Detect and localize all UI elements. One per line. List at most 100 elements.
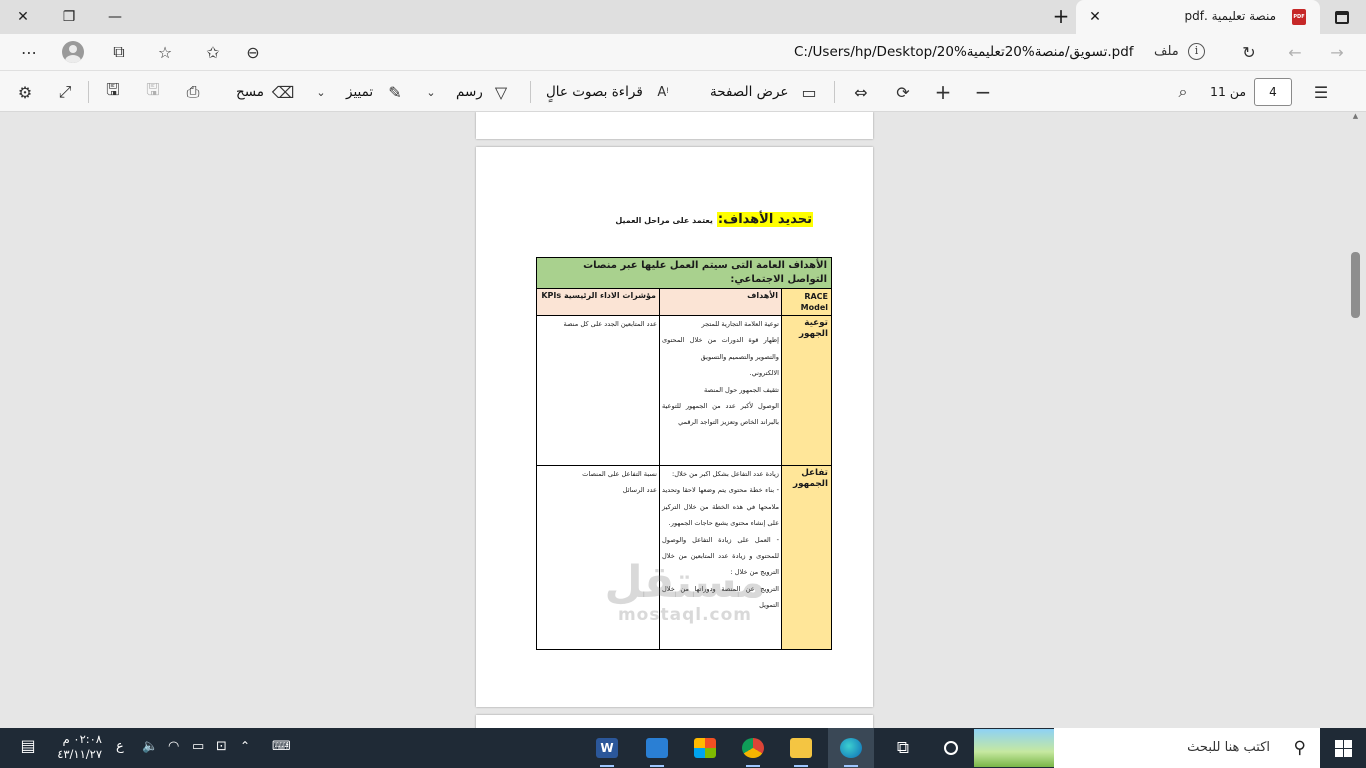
minimize-window-button[interactable]: — (92, 0, 138, 34)
task-view-button[interactable]: ⧉ (880, 728, 926, 768)
edge-taskbar-button[interactable] (828, 728, 874, 768)
clock[interactable]: ٠٢:٠٨ م ٤٣/١١/٢٧ (56, 732, 102, 762)
pdf-settings-button[interactable]: ⚙ (12, 79, 38, 105)
contents-button[interactable]: ☰ (1308, 79, 1334, 105)
page-view-icon: ▭ (801, 82, 817, 102)
rotate-button[interactable]: ⟳ (890, 79, 916, 105)
url-text[interactable]: C:/Users/hp/Desktop/20%تسويق/منصة%20تعلي… (794, 44, 1134, 60)
page-number-input[interactable]: 4 (1254, 78, 1292, 106)
wifi-icon[interactable]: ◠ (168, 739, 179, 754)
highlighter-icon: ✎ (388, 82, 402, 102)
fit-width-button[interactable]: ⇔ (848, 79, 874, 105)
page-count: من 11 (1210, 84, 1247, 99)
draw-label[interactable]: رسم (456, 84, 483, 100)
page-view-label[interactable]: عرض الصفحة (710, 84, 788, 100)
draw-options-button[interactable]: ⌄ (422, 79, 440, 105)
print-button[interactable]: ⎙ (180, 79, 206, 105)
language-indicator[interactable]: ع (116, 739, 124, 754)
address-bar: ⋯ ⧉ ☆ ✩ ⊖ C:/Users/hp/Desktop/20%تسويق/م… (0, 34, 1366, 70)
clock-date: ٤٣/١١/٢٧ (57, 747, 102, 761)
close-window-button[interactable]: ✕ (0, 0, 46, 34)
taskbar: ⚲ اكتب هنا للبحث ⧉ W ⌨ ⌃ ⊡ ▭ ◠ 🔈 ع ٠٢:٠٨… (0, 728, 1366, 768)
erase-label[interactable]: مسح (236, 84, 264, 100)
highlight-button[interactable]: ✎ (382, 79, 408, 105)
read-aloud-button[interactable]: Aᵎ (650, 79, 676, 105)
cortana-button[interactable] (928, 728, 974, 768)
task-view-icon: ⧉ (896, 738, 910, 758)
add-favorite-button[interactable]: ✩ (198, 38, 228, 66)
heading-subtitle: يعتمد على مراحل العميل (615, 216, 713, 225)
meet-now-icon[interactable]: ⊡ (216, 739, 227, 754)
mail-taskbar-button[interactable] (634, 728, 680, 768)
erase-button[interactable]: ⌫ (270, 79, 296, 105)
read-aloud-label[interactable]: قراءة بصوت عالٍ (546, 84, 643, 100)
search-icon: ⌕ (1178, 82, 1188, 101)
fullscreen-button[interactable]: ⤢ (52, 79, 78, 105)
pen-icon: ▽ (494, 82, 508, 102)
eraser-icon: ⌫ (271, 82, 295, 102)
collections-icon: ⧉ (113, 42, 125, 61)
store-taskbar-button[interactable] (682, 728, 728, 768)
refresh-icon: ↻ (1242, 42, 1256, 62)
store-icon (694, 738, 716, 758)
info-icon[interactable]: i (1188, 43, 1205, 60)
explorer-taskbar-button[interactable] (778, 728, 824, 768)
chevron-up-icon[interactable]: ⌃ (240, 739, 250, 753)
keyboard-icon[interactable]: ⌨ (272, 739, 291, 754)
word-icon: W (596, 738, 618, 758)
battery-icon[interactable]: ▭ (192, 739, 204, 754)
title-bar: ✕ ❐ — + ✕ منصة تعليمية .pdf PDF (0, 0, 1366, 34)
new-tab-button[interactable]: + (1048, 4, 1074, 30)
scrollbar-thumb[interactable] (1351, 252, 1360, 318)
toolbar-divider (88, 81, 89, 103)
pdf-page-next (476, 715, 873, 728)
star-add-icon: ✩ (206, 42, 220, 62)
start-button[interactable] (1320, 728, 1366, 768)
tab-pdf-document[interactable]: ✕ منصة تعليمية .pdf PDF (1076, 0, 1320, 34)
news-widget[interactable] (974, 729, 1054, 767)
refresh-button[interactable]: ↻ (1234, 38, 1264, 66)
tab-actions-button[interactable] (1324, 4, 1360, 30)
profile-avatar[interactable] (62, 41, 84, 63)
settings-more-button[interactable]: ⋯ (14, 38, 44, 66)
notification-icon: ▤ (20, 736, 36, 755)
pdf-viewer[interactable]: تحديد الأهداف:يعتمد على مراحل العميل الأ… (0, 112, 1366, 728)
page-view-button[interactable]: ▭ (796, 79, 822, 105)
header-kpis: مؤشرات الاداء الرئيسية KPIs (536, 288, 660, 316)
back-button[interactable]: → (1322, 38, 1352, 66)
folder-icon (790, 738, 812, 758)
chrome-taskbar-button[interactable] (730, 728, 776, 768)
word-taskbar-button[interactable]: W (584, 728, 630, 768)
table-caption: الأهداف العامة التى سيتم العمل عليها عبر… (536, 257, 832, 289)
collections-button[interactable]: ⧉ (104, 38, 134, 66)
draw-button[interactable]: ▽ (488, 79, 514, 105)
goals-cell: زيادة عدد التفاعل بشكل اكبر من خلال: - ب… (659, 465, 782, 650)
pdf-file-icon: PDF (1292, 9, 1306, 25)
favorites-button[interactable]: ☆ (150, 38, 180, 66)
tab-close-button[interactable]: ✕ (1084, 6, 1106, 28)
forward-button[interactable]: ← (1280, 38, 1310, 66)
fit-width-icon: ⇔ (854, 82, 868, 102)
zoom-in-button[interactable]: + (930, 79, 956, 105)
stage-cell: توعية الجهور (781, 315, 832, 466)
table-row: تفاعل الجمهور زيادة عدد التفاعل بشكل اكب… (536, 465, 832, 650)
save-button[interactable]: 🖫 (140, 79, 166, 105)
kpis-cell: عدد المتابعين الجدد على كل منصة (536, 315, 660, 466)
highlight-label[interactable]: تمييز (346, 84, 373, 100)
search-placeholder: اكتب هنا للبحث (1187, 740, 1270, 755)
zoom-button[interactable]: ⊖ (238, 38, 268, 66)
edge-icon (840, 738, 862, 758)
restore-window-button[interactable]: ❐ (46, 0, 92, 34)
more-dots-icon: ⋯ (21, 42, 37, 62)
zoom-out-button[interactable]: − (970, 79, 996, 105)
scroll-up-arrow[interactable]: ▲ (1351, 112, 1360, 122)
notification-button[interactable]: ▤ (16, 736, 40, 760)
highlight-options-button[interactable]: ⌄ (312, 79, 330, 105)
taskbar-search[interactable]: ⚲ اكتب هنا للبحث (1054, 728, 1320, 768)
find-button[interactable]: ⌕ (1170, 79, 1196, 105)
toolbar-divider (834, 81, 835, 103)
volume-icon[interactable]: 🔈 (142, 739, 158, 754)
save-as-button[interactable]: 🖫 (100, 79, 126, 105)
kpis-cell: نسبة التفاعل على المنصات عدد الرسائل (536, 465, 660, 650)
rotate-icon: ⟳ (896, 82, 910, 102)
